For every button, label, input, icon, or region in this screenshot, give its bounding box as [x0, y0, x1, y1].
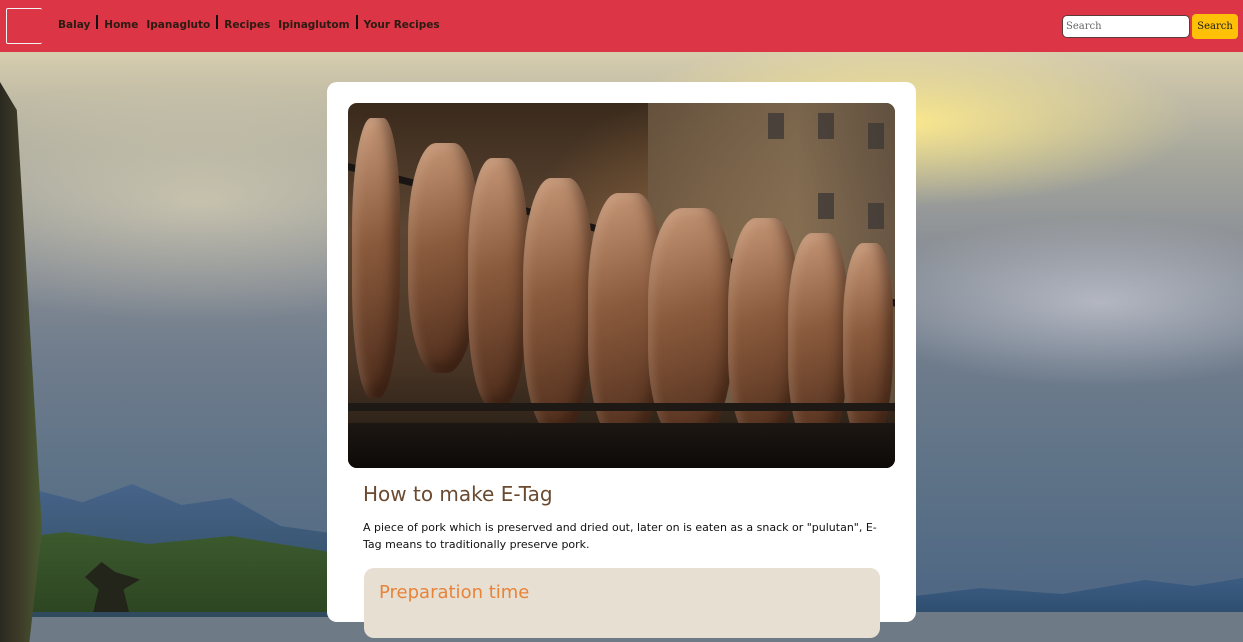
recipe-title: How to make E-Tag: [363, 482, 553, 506]
nav-link-your-recipes[interactable]: Your Recipes: [364, 19, 440, 31]
hero-floor: [348, 423, 895, 468]
nav-divider: [355, 15, 358, 29]
hero-lower-rod: [348, 403, 895, 411]
nav-link-home[interactable]: Home: [104, 19, 138, 31]
nav-link-recipes[interactable]: Recipes: [224, 19, 270, 31]
preparation-time-section: Preparation time: [364, 568, 880, 638]
nav-divider: [216, 15, 219, 29]
search-button[interactable]: Search: [1192, 14, 1238, 39]
mountain-right: [915, 578, 1243, 612]
recipe-description: A piece of pork which is preserved and d…: [363, 521, 877, 551]
tree-left: [0, 82, 42, 642]
search-input[interactable]: [1062, 15, 1190, 38]
recipe-card: How to make E-Tag A piece of pork which …: [327, 82, 916, 638]
forest-left: [0, 532, 330, 612]
hero-image: [348, 103, 895, 468]
nav-link-ipinaglutom[interactable]: Ipinaglutom: [278, 19, 349, 31]
navbar: Balay Home Ipanagluto Recipes Ipinagluto…: [0, 0, 1243, 52]
brand-logo[interactable]: [6, 8, 42, 44]
nav-link-ipanagluto[interactable]: Ipanagluto: [146, 19, 210, 31]
nav-link-balay[interactable]: Balay: [58, 19, 90, 31]
preparation-time-heading: Preparation time: [379, 582, 530, 603]
nav-divider: [96, 15, 99, 29]
nav-links: Balay Home Ipanagluto Recipes Ipinagluto…: [58, 15, 440, 32]
